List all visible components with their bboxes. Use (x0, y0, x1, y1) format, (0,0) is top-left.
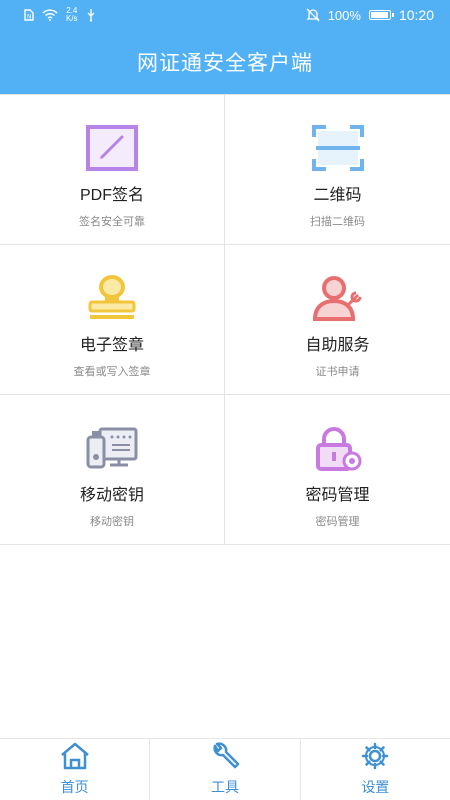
feature-subtitle: 移动密钥 (90, 516, 134, 528)
feature-subtitle: 签名安全可靠 (79, 216, 145, 228)
feature-title: 电子签章 (79, 337, 144, 354)
sim-icon: N (24, 9, 34, 21)
battery-percent: 100% (327, 7, 361, 23)
tab-tools[interactable]: 工具 (150, 739, 301, 800)
seal-stamp-icon (86, 273, 138, 323)
feature-title: 二维码 (313, 187, 362, 204)
feature-subtitle: 证书申请 (315, 366, 360, 378)
usb-icon (86, 8, 96, 22)
wrench-icon (209, 742, 241, 775)
tab-home[interactable]: 首页 (0, 739, 151, 800)
usb-key-icon (86, 423, 138, 473)
tab-settings[interactable]: 设置 (301, 739, 450, 800)
tab-label: 设置 (361, 779, 390, 795)
feature-pdf-sign[interactable]: PDF签名 签名安全可靠 (0, 95, 225, 245)
status-left: N 2.4 K/s (24, 7, 96, 23)
feature-title: 自助服务 (305, 337, 370, 354)
feature-subtitle: 扫描二维码 (310, 216, 365, 228)
qr-scan-icon (311, 123, 364, 173)
page-title: 网证通安全客户端 (137, 52, 313, 75)
tab-label: 首页 (60, 779, 89, 795)
network-speed: 2.4 K/s (66, 7, 78, 23)
network-speed-unit: K/s (66, 14, 78, 23)
svg-text:N: N (27, 14, 32, 21)
feature-title: 密码管理 (305, 487, 370, 504)
status-right: 100% 10:20 (306, 7, 434, 23)
battery-icon (368, 10, 394, 20)
feature-qr-code[interactable]: 二维码 扫描二维码 (225, 95, 450, 245)
tab-label: 工具 (210, 779, 239, 795)
clock: 10:20 (398, 7, 434, 23)
feature-self-service[interactable]: 自助服务 证书申请 (225, 245, 450, 395)
pdf-sign-icon (86, 123, 138, 173)
feature-title: 移动密钥 (79, 487, 144, 504)
feature-mobile-key[interactable]: 移动密钥 移动密钥 (0, 395, 225, 545)
home-icon (59, 742, 91, 775)
feature-title: PDF签名 (79, 187, 144, 204)
app-header: 网证通安全客户端 (0, 30, 450, 94)
gear-icon (359, 742, 391, 775)
wifi-icon (42, 9, 58, 21)
user-wrench-icon (312, 273, 364, 323)
bottom-tab-bar: 首页 工具 设置 (0, 738, 450, 800)
lock-gear-icon (312, 423, 364, 473)
status-bar: N 2.4 K/s 100% 10:20 (0, 0, 450, 30)
feature-subtitle: 查看或写入签章 (73, 366, 151, 378)
feature-grid: PDF签名 签名安全可靠 二维码 扫描二维码 电子签章 查看或写入签章 自助服务… (0, 94, 450, 545)
feature-e-seal[interactable]: 电子签章 查看或写入签章 (0, 245, 225, 395)
mute-icon (306, 8, 320, 22)
feature-password-manager[interactable]: 密码管理 密码管理 (225, 395, 450, 545)
feature-subtitle: 密码管理 (315, 516, 360, 528)
